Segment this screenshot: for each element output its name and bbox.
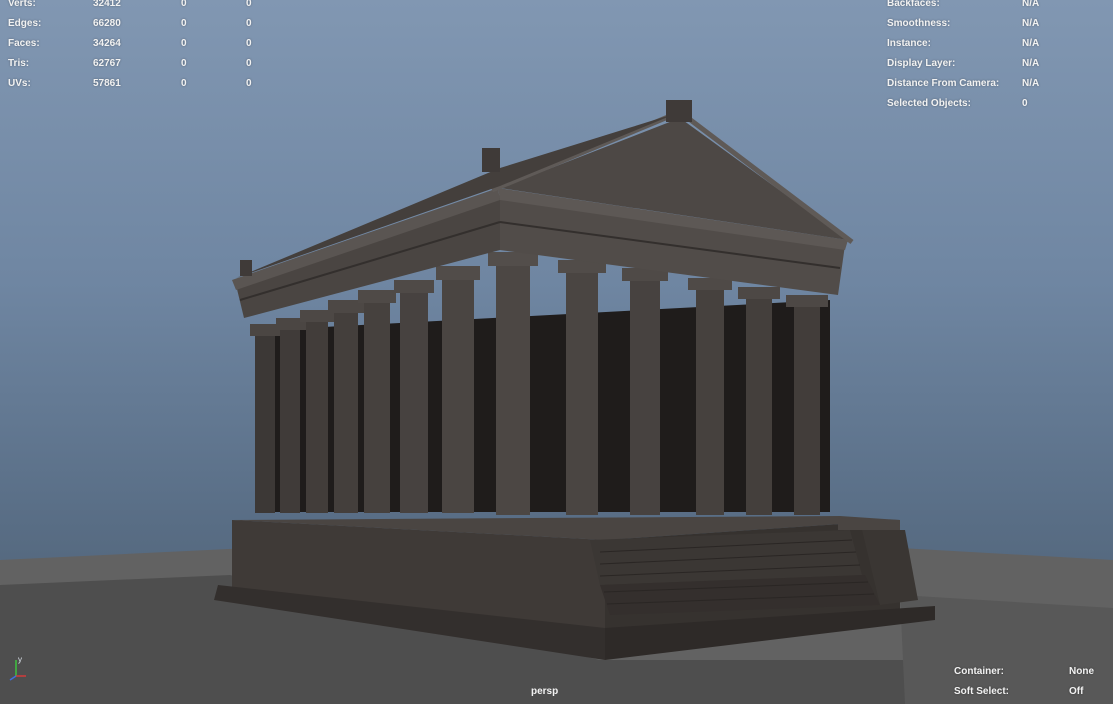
info-label: Backfaces:	[887, 0, 940, 9]
info-label: Distance From Camera:	[887, 78, 1000, 89]
info-label: Display Layer:	[887, 58, 956, 69]
info-value: N/A	[1022, 0, 1040, 9]
info-label: Instance:	[887, 38, 931, 49]
info-value: 0	[1022, 98, 1028, 109]
info-label: Selected Objects:	[887, 98, 971, 109]
object-info-hud: Backfaces: N/A Smoothness: N/A Instance:…	[0, 0, 1113, 115]
info-value: N/A	[1022, 78, 1040, 89]
3d-viewport[interactable]: Verts: 32412 0 0 Edges: 66280 0 0 Faces:…	[0, 0, 1113, 704]
info-label: Smoothness:	[887, 18, 951, 29]
info-value: N/A	[1022, 38, 1040, 49]
info-value: N/A	[1022, 18, 1040, 29]
camera-name-label: persp	[531, 686, 559, 697]
axis-gizmo-icon: y	[9, 655, 26, 681]
info-value: N/A	[1022, 58, 1040, 69]
axis-y-label: y	[18, 655, 22, 664]
